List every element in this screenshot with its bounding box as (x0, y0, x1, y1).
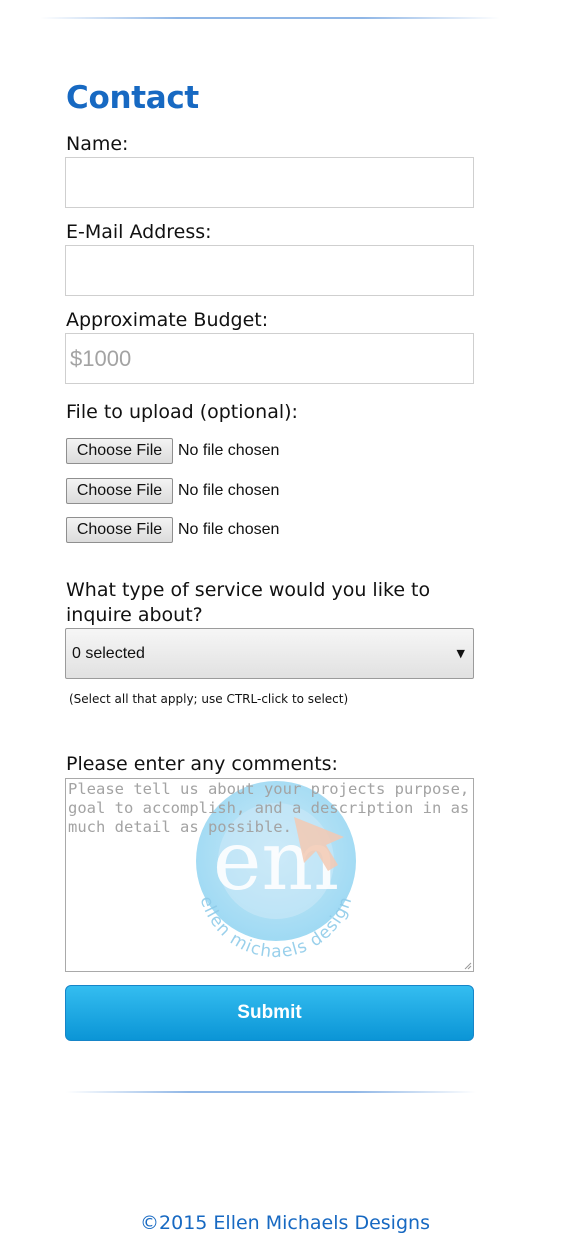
file-input-1: Choose File No file chosen (66, 438, 279, 464)
file-input-2: Choose File No file chosen (66, 478, 279, 504)
page-title: Contact (66, 80, 199, 116)
email-input[interactable] (65, 245, 474, 296)
file-status: No file chosen (178, 482, 280, 499)
submit-button[interactable]: Submit (65, 985, 474, 1041)
dropdown-arrow-icon: ▼ (456, 647, 465, 660)
file-input-3: Choose File No file chosen (66, 517, 279, 543)
comments-field: em ellen michaels design (65, 778, 474, 972)
choose-file-button[interactable]: Choose File (66, 517, 173, 543)
comments-textarea[interactable] (66, 779, 473, 971)
top-divider (40, 17, 500, 19)
comments-label: Please enter any comments: (66, 753, 338, 775)
file-upload-label: File to upload (optional): (66, 401, 298, 423)
budget-input[interactable] (65, 333, 474, 384)
service-selected-value: 0 selected (72, 644, 145, 662)
choose-file-button[interactable]: Choose File (66, 438, 173, 464)
service-type-select[interactable]: 0 selected ▼ (65, 628, 474, 679)
choose-file-button[interactable]: Choose File (66, 478, 173, 504)
footer-copyright: ©2015 Ellen Michaels Designs (140, 1212, 430, 1234)
budget-label: Approximate Budget: (66, 309, 269, 331)
email-label: E-Mail Address: (66, 221, 212, 243)
service-hint: (Select all that apply; use CTRL-click t… (69, 692, 349, 706)
name-label: Name: (66, 133, 129, 155)
contact-page: Contact Name: E-Mail Address: Approximat… (0, 0, 562, 1244)
bottom-divider (66, 1091, 476, 1093)
file-status: No file chosen (178, 442, 280, 459)
name-input[interactable] (65, 157, 474, 208)
file-status: No file chosen (178, 521, 280, 538)
service-type-label: What type of service would you like to i… (66, 579, 431, 626)
